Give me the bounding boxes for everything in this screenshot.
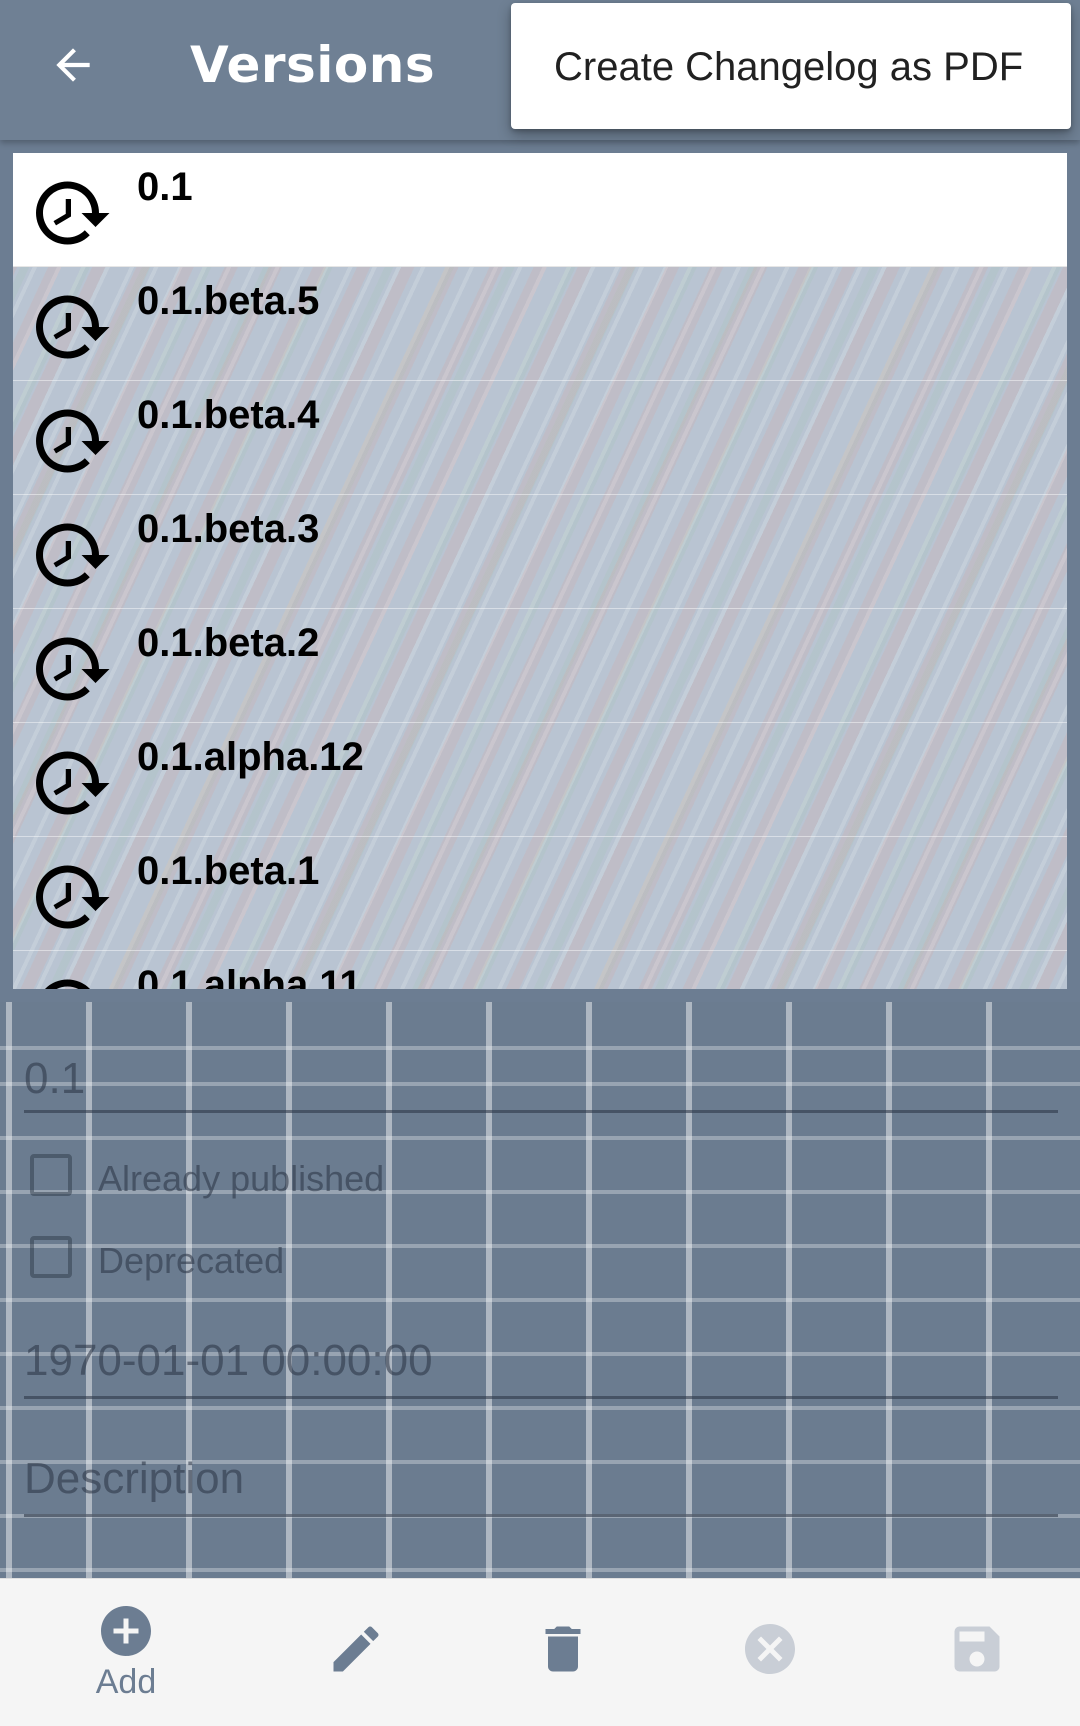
version-row[interactable]: 0.1 bbox=[13, 153, 1067, 267]
back-button[interactable] bbox=[38, 30, 108, 100]
version-row[interactable]: 0.1.alpha.11 bbox=[13, 951, 1067, 989]
page-title: Versions bbox=[190, 36, 436, 94]
pencil-icon bbox=[333, 1626, 379, 1672]
versions-list[interactable]: 0.1 0.1.beta.5 0.1.beta.4 0.1.beta.3 0.1.bet… bbox=[13, 153, 1067, 989]
version-row[interactable]: 0.1.beta.2 bbox=[13, 609, 1067, 723]
version-label: 0.1.beta.5 bbox=[137, 279, 320, 323]
version-name-underline bbox=[24, 1110, 1058, 1113]
restore-clock-icon bbox=[29, 855, 113, 939]
arrow-back-icon bbox=[56, 48, 90, 82]
already-published-checkbox[interactable] bbox=[30, 1154, 72, 1196]
version-label: 0.1.alpha.11 bbox=[137, 963, 362, 989]
version-form: 0.1 Already published Deprecated 1970-01… bbox=[0, 1002, 1080, 1578]
version-label: 0.1.alpha.12 bbox=[137, 735, 364, 779]
edit-button[interactable] bbox=[296, 1579, 416, 1726]
add-label: Add bbox=[95, 1663, 157, 1701]
trash-icon bbox=[545, 1626, 581, 1672]
version-row[interactable]: 0.1.beta.3 bbox=[13, 495, 1067, 609]
restore-clock-icon bbox=[29, 969, 113, 989]
version-label: 0.1.beta.2 bbox=[137, 621, 320, 665]
save-icon bbox=[954, 1626, 1000, 1672]
restore-clock-icon bbox=[29, 741, 113, 825]
restore-clock-icon bbox=[29, 513, 113, 597]
restore-clock-icon bbox=[29, 171, 113, 255]
cancel-button[interactable] bbox=[710, 1579, 830, 1726]
add-button[interactable]: Add bbox=[66, 1579, 186, 1726]
version-name-field[interactable]: 0.1 bbox=[24, 1054, 85, 1104]
version-row[interactable]: 0.1.beta.1 bbox=[13, 837, 1067, 951]
deprecated-label: Deprecated bbox=[98, 1240, 285, 1281]
menu-item-create-changelog-pdf[interactable]: Create Changelog as PDF bbox=[554, 45, 1023, 90]
save-button[interactable] bbox=[917, 1579, 1037, 1726]
restore-clock-icon bbox=[29, 399, 113, 483]
version-row[interactable]: 0.1.beta.5 bbox=[13, 267, 1067, 381]
bottom-toolbar: Add bbox=[0, 1578, 1080, 1726]
restore-clock-icon bbox=[29, 627, 113, 711]
version-label: 0.1.beta.3 bbox=[137, 507, 320, 551]
deprecated-checkbox[interactable] bbox=[30, 1236, 72, 1278]
version-label: 0.1.beta.1 bbox=[137, 849, 320, 893]
add-circle-icon bbox=[101, 1606, 151, 1656]
description-underline bbox=[24, 1514, 1058, 1517]
description-field[interactable]: Description bbox=[24, 1454, 244, 1504]
release-date-underline bbox=[24, 1396, 1058, 1399]
version-row[interactable]: 0.1.beta.4 bbox=[13, 381, 1067, 495]
release-date-field[interactable]: 1970-01-01 00:00:00 bbox=[24, 1336, 433, 1386]
restore-clock-icon bbox=[29, 285, 113, 369]
delete-button[interactable] bbox=[503, 1579, 623, 1726]
already-published-label: Already published bbox=[98, 1158, 385, 1199]
version-label: 0.1.beta.4 bbox=[137, 393, 320, 437]
cancel-circle-icon bbox=[745, 1624, 795, 1674]
version-label: 0.1 bbox=[137, 165, 193, 209]
overflow-menu: Create Changelog as PDF bbox=[511, 3, 1071, 129]
version-row[interactable]: 0.1.alpha.12 bbox=[13, 723, 1067, 837]
